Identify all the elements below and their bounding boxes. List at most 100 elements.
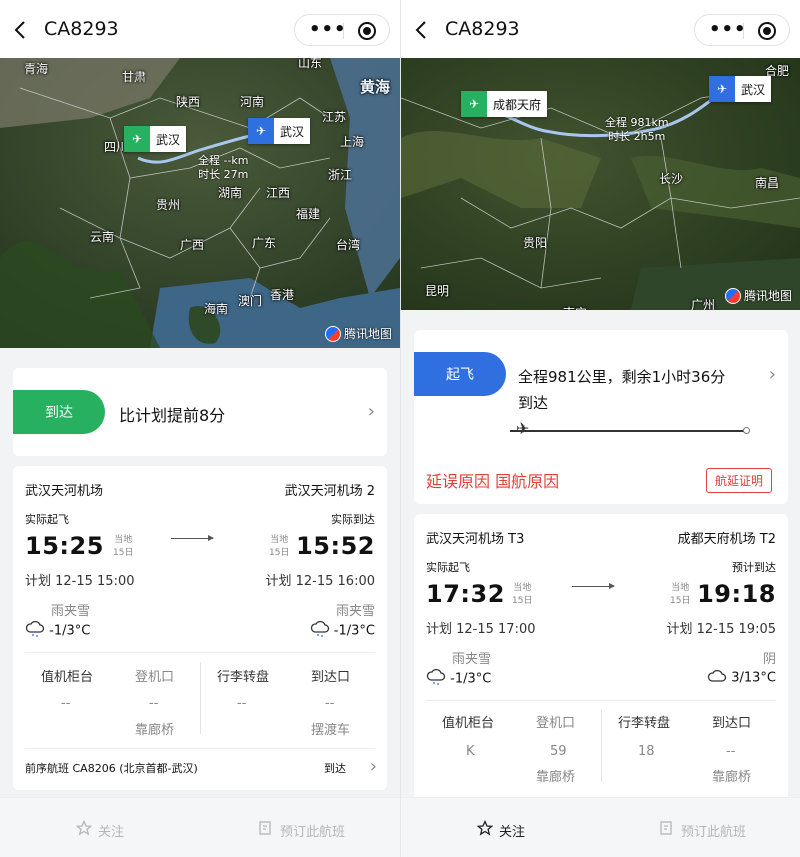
chevron-right-icon: › xyxy=(367,401,375,422)
map-label: 云南 xyxy=(90,230,115,244)
map-label: 江西 xyxy=(266,186,291,200)
delay-reason: 延误原因 国航原因 xyxy=(426,472,560,491)
close-miniprogram-icon[interactable] xyxy=(758,22,776,40)
book-flight-button[interactable]: 预订此航班 xyxy=(258,820,345,840)
map-provider: 腾讯地图 xyxy=(324,325,392,342)
arr-time-kind: 实际到达 xyxy=(331,513,375,526)
grid-sub: 摆渡车 xyxy=(311,723,351,738)
prev-flight-status: 到达 xyxy=(324,762,346,775)
right-screen: CA8293 ••• 合肥 长沙 南昌 贵阳 昆明 广州 ✈ 成都天府 ✈ 武汉… xyxy=(401,0,800,857)
grid-sub: 靠廊桥 xyxy=(712,770,752,785)
dep-temp-row: -1/3°C xyxy=(426,668,491,690)
arr-temp-row: -1/3°C xyxy=(310,620,375,642)
dep-airport-marker[interactable]: ✈ 武汉 xyxy=(124,126,187,152)
status-card[interactable]: 到达 比计划提前8分 › xyxy=(13,368,387,456)
grid-value: K xyxy=(466,744,475,759)
mini-program-capsule: ••• xyxy=(694,14,790,46)
grid-sub: 靠廊桥 xyxy=(135,723,175,738)
status-card[interactable]: 起飞 全程981公里，剩余1小时36分 到达 › ✈ 延误原因 国航原因 航延证… xyxy=(414,330,788,504)
arr-airport-marker[interactable]: ✈ 武汉 xyxy=(709,76,772,102)
dep-time-kind: 实际起飞 xyxy=(426,561,470,574)
dep-weather: 雨夹雪 xyxy=(51,604,91,619)
map-label: 昆明 xyxy=(425,284,450,298)
route-distance: 全程 981km xyxy=(605,116,669,129)
arr-plan: 计划 12-15 16:00 xyxy=(265,574,375,589)
cloudy-icon xyxy=(707,668,727,688)
map-label: 澳门 xyxy=(238,294,263,308)
dep-weather: 雨夹雪 xyxy=(452,652,492,667)
map-label: 陕西 xyxy=(176,95,201,109)
grid-value: -- xyxy=(61,696,71,711)
back-icon[interactable] xyxy=(415,20,427,40)
flight-number-title: CA8293 xyxy=(44,18,119,40)
arr-time-kind: 预计到达 xyxy=(732,561,776,574)
route-distance: 全程 --km xyxy=(198,154,249,167)
landing-icon: ✈ xyxy=(709,76,735,102)
arr-time: 19:18 xyxy=(697,580,776,608)
grid-header: 值机柜台 xyxy=(442,716,495,731)
map-label: 南宁 xyxy=(563,304,587,310)
grid-header: 到达口 xyxy=(311,670,351,685)
chevron-right-icon[interactable]: › xyxy=(370,756,377,777)
status-line2: 到达 xyxy=(518,394,549,412)
grid-header: 登机口 xyxy=(536,716,576,731)
grid-header: 到达口 xyxy=(712,716,752,731)
left-screen: CA8293 ••• 青海 甘肃 陕西 河南 山东 黄海 四川 江苏 上海 贵州… xyxy=(0,0,400,857)
flight-detail-card: 武汉天河机场 武汉天河机场 2 实际起飞 实际到达 15:25 当地 15日 当地… xyxy=(13,466,387,790)
back-icon[interactable] xyxy=(14,20,26,40)
grid-header: 行李转盘 xyxy=(618,716,671,731)
delay-certificate-button[interactable]: 航延证明 xyxy=(706,468,773,493)
map-label: 黄海 xyxy=(360,78,391,96)
sleet-icon xyxy=(25,620,45,642)
status-line1: 全程981公里，剩余1小时36分 xyxy=(518,368,726,386)
route-arrow xyxy=(572,583,615,589)
arr-weather: 雨夹雪 xyxy=(335,604,375,619)
flight-map[interactable]: 青海 甘肃 陕西 河南 山东 黄海 四川 江苏 上海 贵州 湖南 江西 浙江 福… xyxy=(0,58,400,348)
map-label: 长沙 xyxy=(659,172,684,186)
close-miniprogram-icon[interactable] xyxy=(358,22,376,40)
map-label: 台湾 xyxy=(336,238,361,252)
grid-header: 登机口 xyxy=(135,670,175,685)
dep-local-day: 当地 15日 xyxy=(512,583,533,606)
map-label: 海南 xyxy=(204,302,229,316)
map-label: 贵州 xyxy=(156,198,181,212)
grid-value: 59 xyxy=(550,744,567,759)
route-info: 全程 --km 时长 27m xyxy=(198,154,249,182)
sleet-icon xyxy=(426,668,446,690)
map-label: 河南 xyxy=(240,95,265,109)
grid-value: 18 xyxy=(638,744,655,759)
follow-button[interactable]: 关注 xyxy=(75,819,124,840)
more-icon[interactable]: ••• xyxy=(709,21,747,39)
grid-value: -- xyxy=(237,696,247,711)
chevron-right-icon: › xyxy=(768,364,776,385)
landing-icon: ✈ xyxy=(248,118,274,144)
grid-value: -- xyxy=(325,696,335,711)
grid-sub: 靠廊桥 xyxy=(536,770,576,785)
arr-airport-marker[interactable]: ✈ 武汉 xyxy=(248,118,311,144)
tencent-map-logo-icon xyxy=(324,325,341,342)
dep-temp-row: -1/3°C xyxy=(25,620,90,642)
arr-airport-name: 武汉天河机场 2 xyxy=(284,484,375,499)
map-provider: 腾讯地图 xyxy=(724,287,792,304)
arr-local-day: 当地 15日 xyxy=(670,583,691,606)
dep-airport-marker[interactable]: ✈ 成都天府 xyxy=(461,91,548,117)
dep-plan: 计划 12-15 17:00 xyxy=(426,622,536,637)
ticket-icon xyxy=(258,820,274,840)
mini-program-capsule: ••• xyxy=(294,14,390,46)
more-icon[interactable]: ••• xyxy=(309,21,347,39)
map-label: 浙江 xyxy=(328,168,353,182)
map-label: 广州 xyxy=(691,298,716,310)
dep-airport-name: 武汉天河机场 T3 xyxy=(426,532,525,547)
dep-time: 15:25 xyxy=(25,532,104,560)
route-duration: 时长 27m xyxy=(198,168,249,181)
tencent-map-logo-icon xyxy=(724,287,741,304)
book-flight-button[interactable]: 预订此航班 xyxy=(659,820,746,840)
arr-temp-row: 3/13°C xyxy=(707,668,776,688)
plane-icon: ✈ xyxy=(515,419,530,438)
star-icon xyxy=(476,819,494,840)
map-label: 青海 xyxy=(24,62,49,76)
flight-map[interactable]: 合肥 长沙 南昌 贵阳 昆明 广州 南宁 ✈成都天府 ✈武汉 全程 981km … xyxy=(401,58,800,310)
follow-button[interactable]: 关注 xyxy=(476,819,525,840)
arr-local-day: 当地 15日 xyxy=(269,535,290,558)
route-info: 全程 981km 时长 2h5m xyxy=(605,116,669,144)
